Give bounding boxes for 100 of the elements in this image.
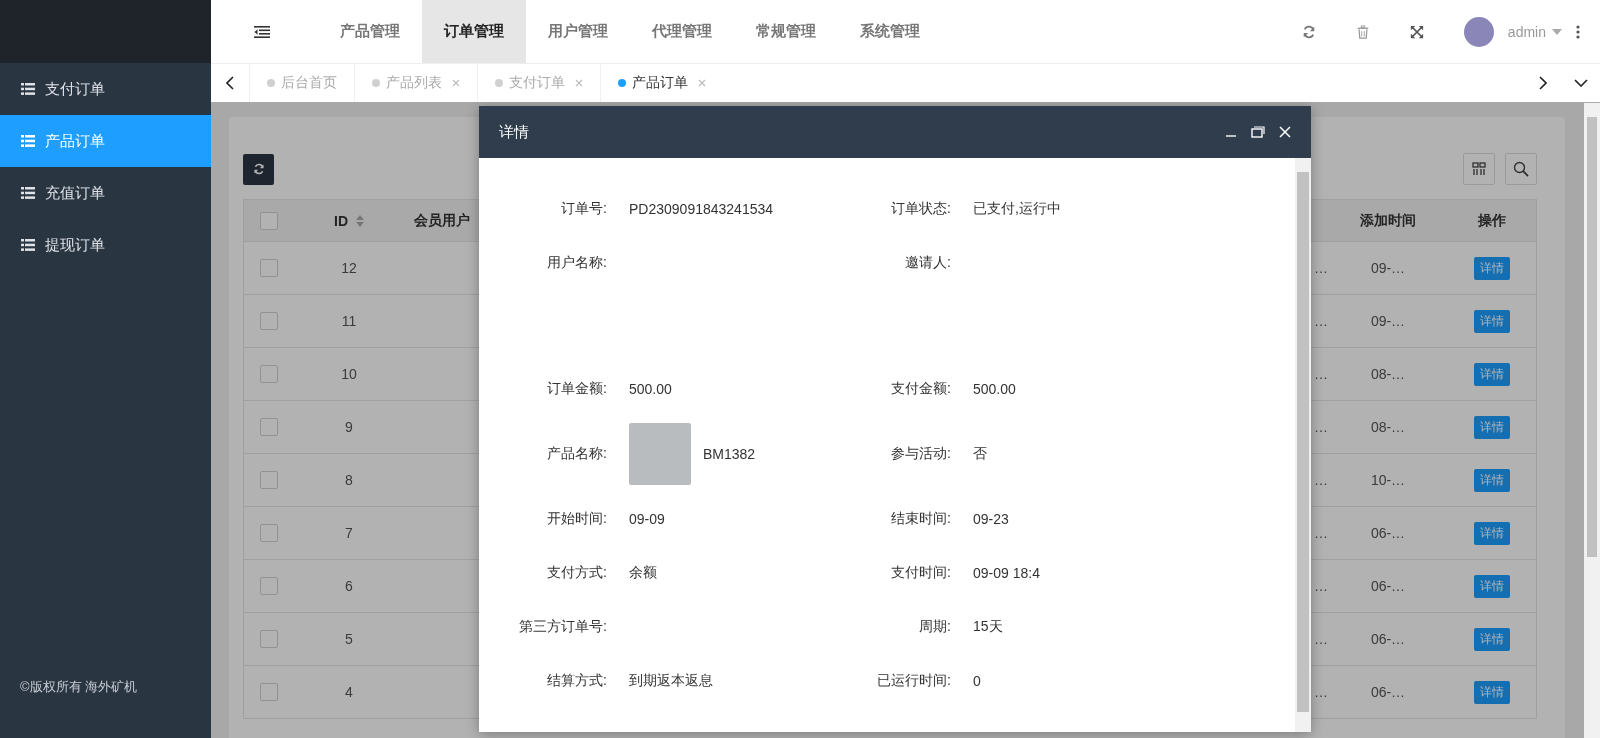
sidebar-item[interactable]: 提现订单 <box>0 219 211 271</box>
field-label: 订单号: <box>560 200 608 218</box>
sidebar-item[interactable]: 充值订单 <box>0 167 211 219</box>
field-label: 开始时间: <box>546 510 608 528</box>
field-value: 已支付,运行中 <box>973 200 1061 218</box>
detail-button[interactable]: 详情 <box>1474 680 1510 704</box>
nav-item[interactable]: 产品管理 <box>318 0 422 63</box>
detail-button[interactable]: 详情 <box>1474 256 1510 280</box>
dot-icon <box>495 79 503 87</box>
row-checkbox[interactable] <box>260 259 278 277</box>
field-value: 15天 <box>973 618 1003 636</box>
table-cell-text: … <box>1313 419 1328 435</box>
detail-button[interactable]: 详情 <box>1474 415 1510 439</box>
detail-button[interactable]: 详情 <box>1474 309 1510 333</box>
row-checkbox[interactable] <box>260 312 278 330</box>
dot-icon <box>267 79 275 87</box>
column-header: 操作 <box>1477 211 1507 230</box>
table-cell-text: 06-… <box>1369 578 1407 594</box>
refresh-icon[interactable] <box>1301 24 1316 39</box>
row-checkbox[interactable] <box>260 630 278 648</box>
field-value: 09-09 18:4 <box>973 565 1040 581</box>
field-value: 余额 <box>629 564 657 582</box>
table-cell-text: … <box>1313 313 1328 329</box>
field-label: 订单金额: <box>546 380 608 398</box>
field-label: 用户名称: <box>546 254 608 272</box>
list-icon <box>21 135 35 147</box>
scrollbar[interactable] <box>1584 103 1600 738</box>
photo-placeholder <box>629 423 691 485</box>
field-label: 参与活动: <box>890 445 952 463</box>
row-checkbox[interactable] <box>260 471 278 489</box>
field-label: 结束时间: <box>890 510 952 528</box>
table-cell-text: 08-… <box>1369 419 1407 435</box>
list-icon <box>21 239 35 251</box>
search-button[interactable] <box>1505 153 1537 185</box>
field-label: 支付时间: <box>890 564 952 582</box>
table-cell-text: 6 <box>344 578 354 594</box>
table-cell-text: 7 <box>344 525 354 541</box>
field-value: 0 <box>973 673 981 689</box>
table-cell-text: 08-… <box>1369 366 1407 382</box>
field-label: 邀请人: <box>904 254 952 272</box>
table-cell-text: 06-… <box>1369 684 1407 700</box>
row-checkbox[interactable] <box>260 365 278 383</box>
field-label: 第三方订单号: <box>518 618 608 636</box>
scrollbar[interactable] <box>1295 158 1311 732</box>
field-label: 订单状态: <box>890 200 952 218</box>
table-cell-text: 12 <box>340 260 358 276</box>
row-checkbox[interactable] <box>260 418 278 436</box>
sidebar-item[interactable]: 产品订单 <box>0 115 211 167</box>
column-header: 添加时间 <box>1359 211 1417 230</box>
nav-item[interactable]: 用户管理 <box>526 0 630 63</box>
nav-item[interactable]: 系统管理 <box>838 0 942 63</box>
nav-item[interactable]: 代理管理 <box>630 0 734 63</box>
sidebar-item[interactable]: 支付订单 <box>0 63 211 115</box>
caret-icon <box>1552 28 1562 35</box>
detail-button[interactable]: 详情 <box>1474 362 1510 386</box>
select-all-checkbox[interactable] <box>260 211 278 230</box>
field-value: 09-09 <box>629 511 665 527</box>
field-value: 09-23 <box>973 511 1009 527</box>
row-checkbox[interactable] <box>260 683 278 701</box>
table-cell-text: 09-… <box>1369 313 1407 329</box>
table-cell-text: 8 <box>344 472 354 488</box>
detail-button[interactable]: 详情 <box>1474 521 1510 545</box>
chevron-down-icon <box>1574 79 1588 87</box>
maximize-icon[interactable] <box>1251 126 1265 138</box>
table-cell-text: 06-… <box>1369 631 1407 647</box>
columns-button[interactable] <box>1463 153 1495 185</box>
search-icon <box>1513 161 1529 177</box>
table-cell-text: 09-… <box>1369 260 1407 276</box>
username[interactable]: admin <box>1507 23 1546 40</box>
table-cell-text: 10 <box>340 366 358 382</box>
detail-button[interactable]: 详情 <box>1474 574 1510 598</box>
trash-icon[interactable] <box>1355 24 1370 39</box>
column-header[interactable]: ID <box>294 212 404 229</box>
more-icon[interactable] <box>1576 24 1580 39</box>
menu-icon[interactable] <box>254 25 270 38</box>
table-cell-text: 06-… <box>1369 525 1407 541</box>
dot-icon <box>372 79 380 87</box>
field-value: PD2309091843241534 <box>629 201 774 217</box>
table-cell-text: … <box>1313 366 1328 382</box>
field-label: 支付方式: <box>546 564 608 582</box>
table-cell-text: … <box>1313 525 1328 541</box>
field-label: 支付金额: <box>890 380 952 398</box>
fullscreen-icon[interactable] <box>1409 24 1424 39</box>
table-cell-text: … <box>1313 631 1328 647</box>
chevron-left-icon <box>226 76 234 90</box>
detail-button[interactable]: 详情 <box>1474 627 1510 651</box>
detail-button[interactable]: 详情 <box>1474 468 1510 492</box>
row-checkbox[interactable] <box>260 524 278 542</box>
copyright-text: ©版权所有 海外矿机 <box>19 678 139 696</box>
table-cell-text: 5 <box>344 631 354 647</box>
nav-item[interactable]: 订单管理 <box>422 0 526 63</box>
row-checkbox[interactable] <box>260 577 278 595</box>
refresh-button[interactable] <box>243 153 274 185</box>
table-cell-text: … <box>1313 260 1328 276</box>
avatar[interactable] <box>1463 16 1494 47</box>
nav-item[interactable]: 常规管理 <box>734 0 838 63</box>
dialog-title: 详情 <box>499 122 529 142</box>
table-cell-text: … <box>1313 472 1328 488</box>
list-icon <box>21 83 35 95</box>
table-cell-text: 11 <box>340 313 358 329</box>
